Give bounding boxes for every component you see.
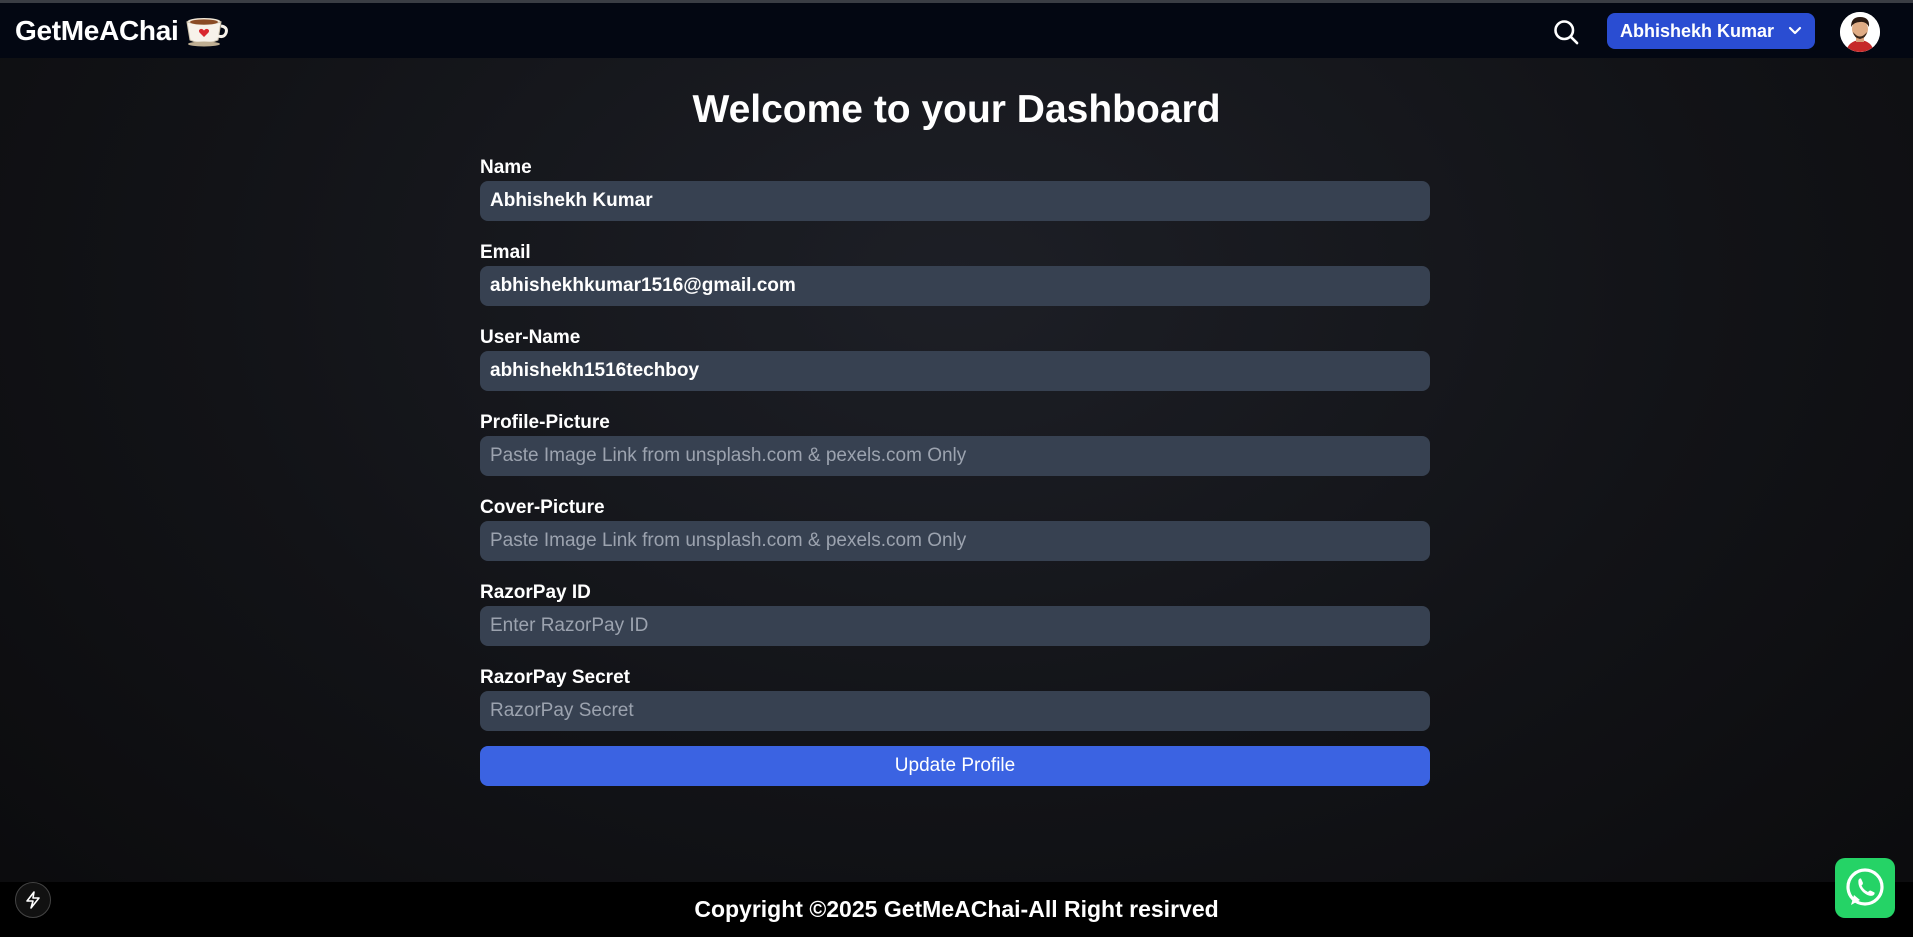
name-field-group: Name [480,155,1430,221]
navbar: GetMeAChai Abhishekh Kumar [0,3,1913,58]
avatar-image [1840,12,1880,52]
user-menu-button[interactable]: Abhishekh Kumar [1607,13,1815,49]
whatsapp-icon [1846,868,1884,906]
email-field-group: Email [480,240,1430,306]
razorpay-secret-field-group: RazorPay Secret [480,665,1430,731]
razorpay-id-input[interactable] [480,606,1430,646]
name-input[interactable] [480,181,1430,221]
search-button[interactable] [1551,17,1581,47]
avatar[interactable] [1840,12,1880,52]
lightning-icon [26,891,40,909]
brand-logo[interactable]: GetMeAChai [15,14,229,48]
update-profile-button[interactable]: Update Profile [480,746,1430,786]
brand-name: GetMeAChai [15,15,179,46]
whatsapp-button[interactable] [1835,858,1895,918]
cover-picture-field-group: Cover-Picture [480,495,1430,561]
username-label: User-Name [480,327,581,348]
dev-tools-button[interactable] [15,882,51,918]
cover-picture-label: Cover-Picture [480,497,605,518]
razorpay-id-label: RazorPay ID [480,582,591,603]
footer: Copyright ©2025 GetMeAChai-All Right res… [0,882,1913,937]
username-field-group: User-Name [480,325,1430,391]
cup-icon [186,18,229,47]
email-label: Email [480,242,531,263]
cover-picture-input[interactable] [480,521,1430,561]
profile-picture-field-group: Profile-Picture [480,410,1430,476]
copyright-text: Copyright ©2025 GetMeAChai-All Right res… [694,896,1219,922]
name-label: Name [480,157,532,178]
search-icon [1554,20,1579,45]
razorpay-id-field-group: RazorPay ID [480,580,1430,646]
chevron-down-icon [1788,26,1802,35]
profile-form: Name Email User-Name Profile-Picture Cov… [480,155,1430,786]
user-menu-label: Abhishekh Kumar [1619,20,1775,41]
profile-picture-label: Profile-Picture [480,412,610,433]
profile-picture-input[interactable] [480,436,1430,476]
username-input[interactable] [480,351,1430,391]
page-title: Welcome to your Dashboard [692,88,1221,131]
razorpay-secret-input[interactable] [480,691,1430,731]
email-input[interactable] [480,266,1430,306]
razorpay-secret-label: RazorPay Secret [480,667,630,688]
